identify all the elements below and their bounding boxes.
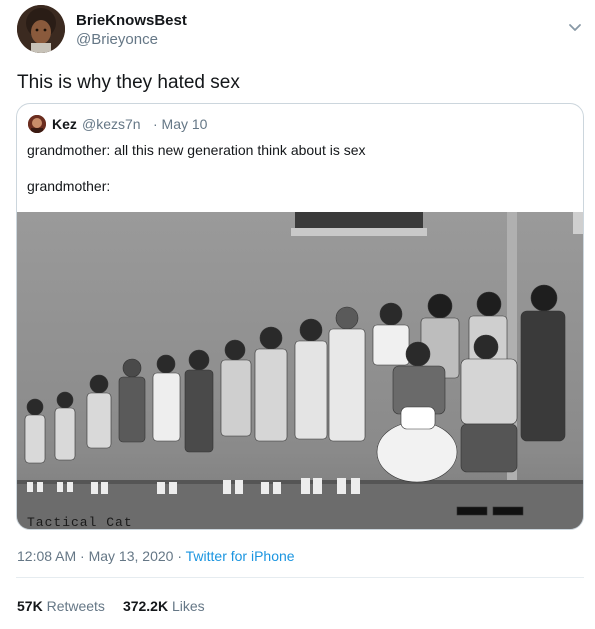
family-photo[interactable]: Tactical Cat [17,212,583,530]
quoted-author-name: Kez [52,116,77,132]
likes-label: Likes [171,598,205,614]
quoted-author-handle: @kezs7n [82,116,141,132]
tweet-text: This is why they hated sex [17,72,240,93]
svg-text:Tactical Cat: Tactical Cat [27,515,133,530]
retweets-label: Retweets [46,598,105,614]
quoted-author-avatar [28,115,46,133]
tweet-metadata: 12:08 AM · May 13, 2020 · Twitter for iP… [17,548,295,564]
retweets-stat[interactable]: 57K Retweets [17,598,105,614]
tweet-timestamp[interactable]: 12:08 AM · May 13, 2020 · [17,548,186,564]
quoted-text-line2: grandmother: [27,178,111,194]
quoted-tweet[interactable]: Kez @kezs7n · May 10 grandmother: all th… [16,103,584,530]
author-handle[interactable]: @Brieyonce [76,31,158,48]
chevron-down-icon[interactable] [566,20,584,36]
likes-stat[interactable]: 372.2K Likes [123,598,205,614]
author-name[interactable]: BrieKnowsBest [76,12,187,29]
tweet-stats: 57K Retweets 372.2K Likes [17,598,205,614]
author-avatar[interactable] [17,5,65,53]
likes-count: 372.2K [122,598,169,614]
tweet-source-link[interactable]: Twitter for iPhone [186,548,295,564]
retweets-count: 57K [17,598,43,614]
divider [16,577,584,578]
quoted-date: · May 10 [153,116,208,132]
quoted-text-line1: grandmother: all this new generation thi… [27,142,366,158]
